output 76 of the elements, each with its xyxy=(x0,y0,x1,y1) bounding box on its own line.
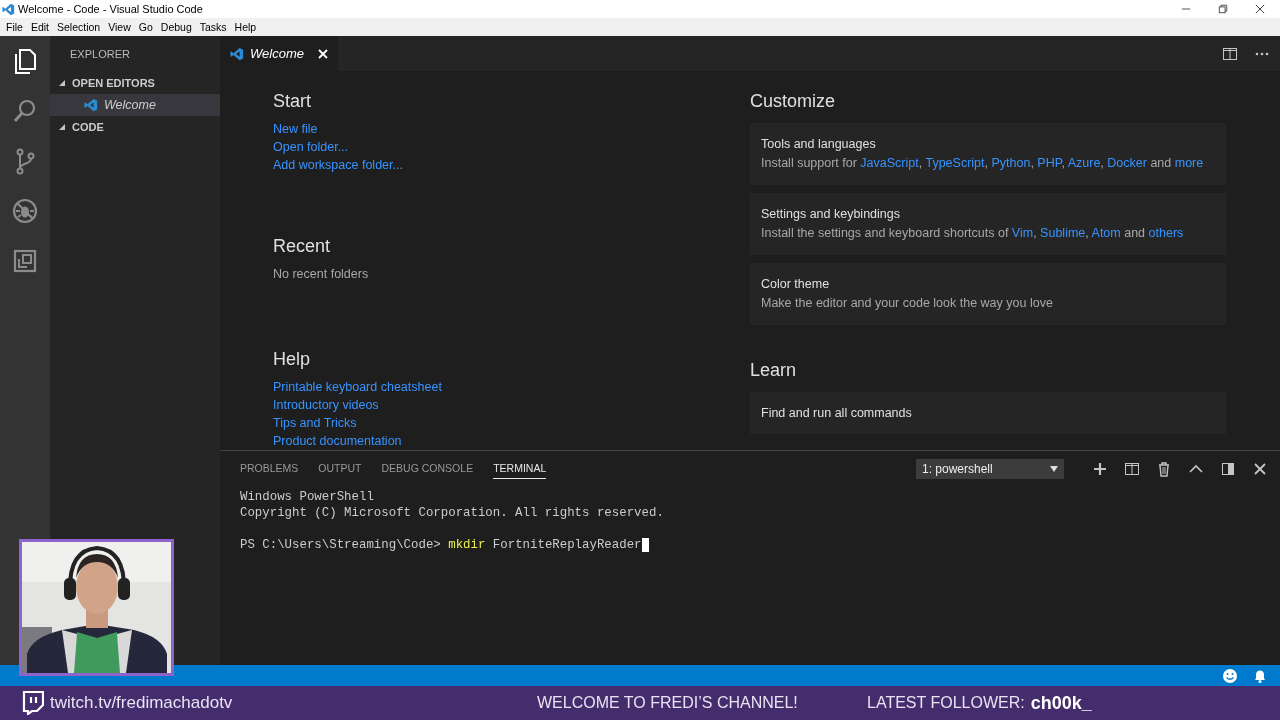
link[interactable]: Product documentation xyxy=(273,432,402,450)
smiley-icon[interactable] xyxy=(1222,667,1238,684)
welcome-card[interactable]: Tools and languages Install support for JavaScript, TypeScript, Python, PHP, Azure, Docker and more xyxy=(750,123,1226,185)
card-description: Install support for JavaScript, TypeScript, Python, PHP, Azure, Docker and more xyxy=(761,155,1205,172)
menu-item[interactable]: Debug xyxy=(156,21,196,33)
link[interactable]: Add workspace folder... xyxy=(273,156,403,174)
menu-item[interactable]: Edit xyxy=(26,21,53,33)
panel-tab[interactable]: OUTPUT xyxy=(318,458,362,479)
card-description: Install the settings and keyboard shortcuts of Vim, Sublime, Atom and others xyxy=(761,225,1185,242)
link[interactable]: more xyxy=(1174,156,1204,170)
welcome-card[interactable]: Find and run all commands xyxy=(750,392,1226,434)
sidebar-title: EXPLORER xyxy=(69,47,131,62)
app-icon xyxy=(2,2,15,16)
window-title: Welcome - Code - Visual Studio Code xyxy=(18,3,204,15)
section-heading: Help xyxy=(273,349,311,370)
card-title: Settings and keybindings xyxy=(761,206,901,223)
link[interactable]: Atom xyxy=(1091,226,1121,240)
terminal-dropdown[interactable]: 1: powershell xyxy=(916,458,1064,479)
section-heading: Start xyxy=(273,91,311,112)
extensions-icon[interactable] xyxy=(11,247,39,275)
card-title: Color theme xyxy=(761,276,831,293)
section-heading: Learn xyxy=(750,360,797,381)
follower-label: LATEST FOLLOWER: xyxy=(867,694,1025,712)
link[interactable]: Introductory videos xyxy=(273,396,379,414)
no-bug-icon[interactable] xyxy=(11,197,39,225)
card-description: Make the editor and your code look the way you love xyxy=(761,295,1054,312)
text-cursor xyxy=(641,538,649,552)
panel-tab[interactable]: TERMINAL xyxy=(493,458,547,479)
close-icon[interactable] xyxy=(1252,460,1268,477)
menu-item[interactable]: Help xyxy=(230,21,261,33)
chat-bubble-icon xyxy=(22,691,44,715)
link[interactable]: Printable keyboard cheatsheet xyxy=(273,378,442,396)
link[interactable]: others xyxy=(1148,226,1184,240)
card-title: Find and run all commands xyxy=(761,405,913,422)
card-title: Tools and languages xyxy=(761,136,877,153)
menu-item[interactable]: Tasks xyxy=(195,21,231,33)
empty-note: No recent folders xyxy=(273,266,369,283)
section-header[interactable]: OPEN EDITORS xyxy=(50,72,220,94)
restore-icon[interactable] xyxy=(1218,4,1228,14)
link[interactable]: Tips and Tricks xyxy=(273,414,357,432)
follower-name: ch00k_ xyxy=(1030,692,1092,714)
trash-icon[interactable] xyxy=(1156,460,1172,477)
split-editor-icon[interactable] xyxy=(1222,45,1238,62)
menu-item[interactable]: Go xyxy=(134,21,157,33)
link[interactable]: New file xyxy=(273,120,318,138)
maximize-panel-icon[interactable] xyxy=(1220,460,1236,477)
editor-tab[interactable]: Welcome xyxy=(220,36,338,71)
close-icon[interactable] xyxy=(1255,4,1265,14)
split-terminal-icon[interactable] xyxy=(1124,460,1140,477)
panel-tab[interactable]: PROBLEMS xyxy=(240,458,299,479)
welcome-card[interactable]: Settings and keybindings Install the settings and keyboard shortcuts of Vim, Sublime, Atom and others xyxy=(750,193,1226,255)
dropdown-caret-icon xyxy=(1050,465,1058,472)
plus-icon[interactable] xyxy=(1092,460,1108,477)
welcome-card[interactable]: Color theme Make the editor and your code look the way you love xyxy=(750,263,1226,325)
menu-item[interactable]: View xyxy=(104,21,135,33)
app-icon xyxy=(230,46,244,61)
terminal-line: Windows PowerShell xyxy=(240,489,375,505)
terminal-argument: FortniteReplayReader xyxy=(491,537,642,553)
link[interactable]: Open folder... xyxy=(273,138,349,156)
menu-item[interactable]: Selection xyxy=(53,21,105,33)
open-editor-item[interactable]: Welcome xyxy=(50,94,220,116)
menu-item[interactable]: File xyxy=(2,21,27,33)
link[interactable]: JavaScript xyxy=(860,156,919,170)
section-header[interactable]: CODE xyxy=(50,116,220,138)
section-heading: Customize xyxy=(750,91,836,112)
link[interactable]: TypeScript xyxy=(925,156,985,170)
link[interactable]: Docker xyxy=(1107,156,1147,170)
section-heading: Recent xyxy=(273,236,331,257)
terminal-command: mkdir xyxy=(448,537,486,553)
app-icon xyxy=(84,98,98,112)
link[interactable]: PHP xyxy=(1037,156,1062,170)
terminal-line: Copyright (C) Microsoft Corporation. All rights reserved. xyxy=(240,505,665,521)
terminal-prompt: PS C:\Users\Streaming\Code> xyxy=(240,537,442,553)
welcome-message: WELCOME TO FREDI’S CHANNEL! xyxy=(537,694,799,712)
panel-tab[interactable]: DEBUG CONSOLE xyxy=(381,458,474,479)
channel-url: twitch.tv/fredimachadotv xyxy=(50,693,233,713)
